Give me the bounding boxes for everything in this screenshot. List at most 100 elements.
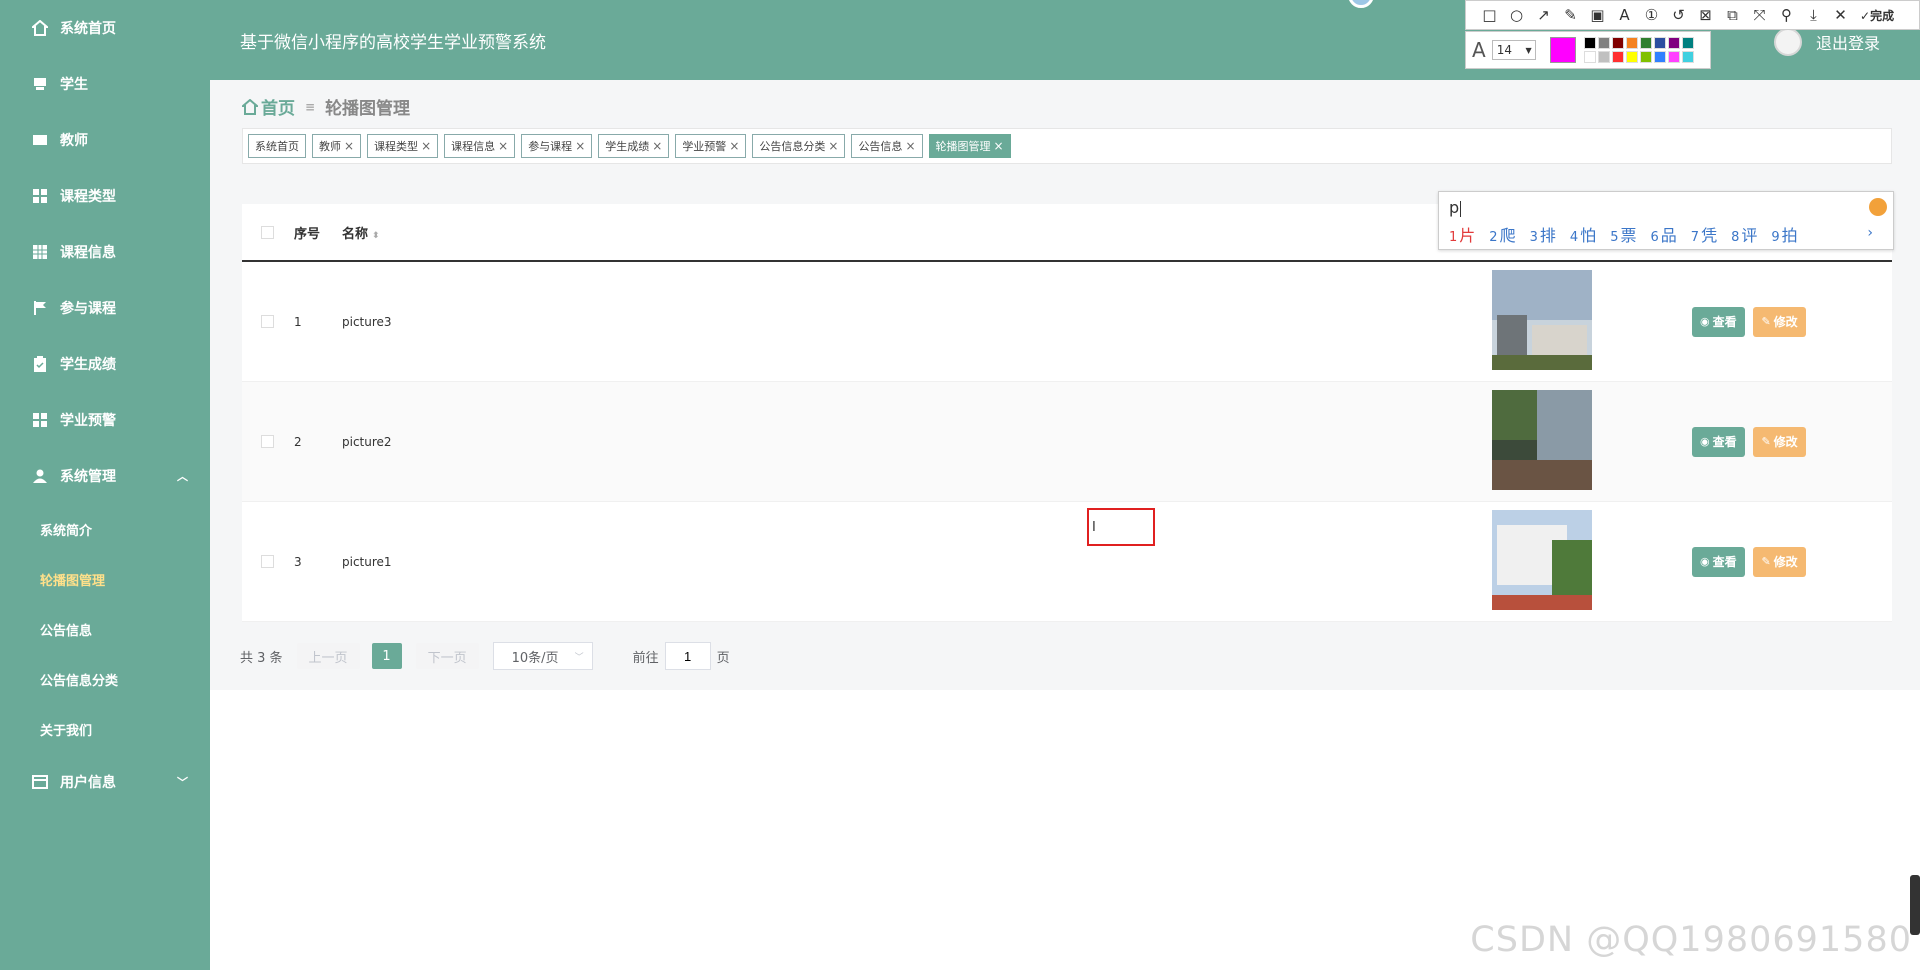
next-page-button[interactable]: 下一页 bbox=[415, 643, 479, 669]
color-swatch[interactable] bbox=[1583, 37, 1596, 49]
color-swatch[interactable] bbox=[1681, 37, 1694, 49]
current-color-swatch[interactable] bbox=[1549, 37, 1576, 63]
tab-course-type[interactable]: 课程类型 × bbox=[367, 134, 439, 158]
close-icon[interactable]: ✕ bbox=[1827, 6, 1854, 24]
done-button[interactable]: ✓完成 bbox=[1860, 7, 1894, 24]
tab-join-course[interactable]: 参与课程 × bbox=[521, 134, 593, 158]
edit-button[interactable]: ✎ 修改 bbox=[1753, 306, 1806, 337]
download-icon[interactable]: ⤓ bbox=[1800, 6, 1827, 24]
close-icon[interactable]: × bbox=[994, 139, 1004, 153]
page-size-select[interactable]: 10条/页 ﹀ bbox=[492, 642, 593, 670]
arrow-icon[interactable]: ↗ bbox=[1530, 6, 1557, 24]
undo-icon[interactable]: ↺ bbox=[1665, 6, 1692, 24]
color-swatch[interactable] bbox=[1681, 51, 1694, 63]
ellipse-icon[interactable]: ○ bbox=[1503, 6, 1530, 24]
close-icon[interactable]: × bbox=[828, 139, 838, 153]
mosaic-icon[interactable]: ▣ bbox=[1584, 6, 1611, 24]
breadcrumb-home[interactable]: 首页 bbox=[242, 94, 295, 119]
sidebar-sub-about[interactable]: 关于我们 bbox=[0, 704, 210, 754]
close-icon[interactable]: × bbox=[344, 139, 354, 153]
tab-carousel[interactable]: 轮播图管理 × bbox=[928, 134, 1011, 158]
ime-candidate[interactable]: 6品 bbox=[1650, 222, 1676, 246]
color-swatch[interactable] bbox=[1611, 51, 1624, 63]
scroll-capture-icon[interactable]: ⤧ bbox=[1746, 6, 1773, 24]
sidebar-item-course-type[interactable]: 课程类型 bbox=[0, 168, 210, 224]
close-icon[interactable]: × bbox=[652, 139, 662, 153]
ime-candidate[interactable]: 9拍 bbox=[1771, 222, 1797, 246]
ime-candidate[interactable]: 3排 bbox=[1530, 222, 1556, 246]
sidebar-item-system[interactable]: 系统管理 ︿ bbox=[0, 448, 210, 504]
carousel-image[interactable] bbox=[1492, 510, 1592, 610]
header-name[interactable]: 名称 ⬍ bbox=[342, 223, 1492, 242]
close-icon[interactable]: × bbox=[729, 139, 739, 153]
color-swatch[interactable] bbox=[1639, 51, 1652, 63]
color-swatch[interactable] bbox=[1597, 37, 1610, 49]
sidebar-item-course-info[interactable]: 课程信息 bbox=[0, 224, 210, 280]
color-swatch[interactable] bbox=[1667, 37, 1680, 49]
carousel-image[interactable] bbox=[1492, 270, 1592, 370]
tab-notice-category[interactable]: 公告信息分类 × bbox=[752, 134, 846, 158]
pin-icon[interactable]: ⚲ bbox=[1773, 6, 1800, 24]
sidebar-item-warning[interactable]: 学业预警 bbox=[0, 392, 210, 448]
view-button[interactable]: ◉ 查看 bbox=[1692, 426, 1745, 457]
ime-candidate[interactable]: 7凭 bbox=[1691, 222, 1717, 246]
close-icon[interactable]: × bbox=[575, 139, 585, 153]
logout-button[interactable]: 退出登录 bbox=[1773, 28, 1880, 56]
sidebar-sub-notice[interactable]: 公告信息 bbox=[0, 604, 210, 654]
tab-notice[interactable]: 公告信息 × bbox=[851, 134, 923, 158]
ime-candidate[interactable]: 5票 bbox=[1610, 222, 1636, 246]
select-all-checkbox[interactable] bbox=[260, 225, 274, 239]
color-swatch[interactable] bbox=[1625, 51, 1638, 63]
close-icon[interactable]: × bbox=[905, 139, 915, 153]
translate-icon[interactable]: ⧉ bbox=[1719, 6, 1746, 24]
close-icon[interactable]: × bbox=[498, 139, 508, 153]
sidebar-item-join-course[interactable]: 参与课程 bbox=[0, 280, 210, 336]
row-checkbox[interactable] bbox=[260, 555, 274, 568]
tab-teacher[interactable]: 教师 × bbox=[312, 134, 362, 158]
sidebar-item-teacher[interactable]: 教师 bbox=[0, 112, 210, 168]
font-size-select[interactable]: 14 ▼ bbox=[1491, 40, 1536, 60]
edit-button[interactable]: ✎ 修改 bbox=[1753, 426, 1806, 457]
ime-candidate[interactable]: 2爬 bbox=[1489, 222, 1515, 246]
rectangle-icon[interactable]: □ bbox=[1476, 6, 1503, 24]
color-swatch[interactable] bbox=[1597, 51, 1610, 63]
tab-scores[interactable]: 学生成绩 × bbox=[598, 134, 670, 158]
sidebar-item-student[interactable]: 学生 bbox=[0, 56, 210, 112]
sidebar-sub-notice-category[interactable]: 公告信息分类 bbox=[0, 654, 210, 704]
color-swatch[interactable] bbox=[1653, 51, 1666, 63]
sidebar-sub-carousel[interactable]: 轮播图管理 bbox=[0, 554, 210, 604]
number-icon[interactable]: ① bbox=[1638, 6, 1665, 24]
tab-course-info[interactable]: 课程信息 × bbox=[444, 134, 516, 158]
close-icon[interactable]: × bbox=[421, 139, 431, 153]
goto-page-input[interactable] bbox=[664, 642, 711, 670]
color-swatch[interactable] bbox=[1625, 37, 1638, 49]
view-button[interactable]: ◉ 查看 bbox=[1692, 546, 1745, 577]
color-swatch[interactable] bbox=[1653, 37, 1666, 49]
color-swatch[interactable] bbox=[1583, 51, 1596, 63]
ime-next-page-icon[interactable]: › bbox=[1867, 225, 1873, 241]
prev-page-button[interactable]: 上一页 bbox=[296, 643, 360, 669]
scrollbar-thumb[interactable] bbox=[1910, 875, 1920, 935]
sidebar-item-user-info[interactable]: 用户信息 ﹀ bbox=[0, 754, 210, 810]
page-number-button[interactable]: 1 bbox=[371, 643, 402, 669]
color-swatch[interactable] bbox=[1639, 37, 1652, 49]
color-swatch[interactable] bbox=[1611, 37, 1624, 49]
carousel-image[interactable] bbox=[1492, 390, 1592, 490]
tab-warning[interactable]: 学业预警 × bbox=[675, 134, 747, 158]
pen-icon[interactable]: ✎ bbox=[1557, 6, 1584, 24]
sidebar-item-scores[interactable]: 学生成绩 bbox=[0, 336, 210, 392]
row-checkbox[interactable] bbox=[260, 435, 274, 448]
sort-icon[interactable]: ⬍ bbox=[372, 231, 380, 241]
row-checkbox[interactable] bbox=[260, 315, 274, 328]
ime-candidate[interactable]: 1片 bbox=[1449, 222, 1475, 246]
ocr-icon[interactable]: ⊠ bbox=[1692, 6, 1719, 24]
color-swatch[interactable] bbox=[1667, 51, 1680, 63]
sidebar-item-home[interactable]: 系统首页 bbox=[0, 0, 210, 56]
ime-candidate[interactable]: 8评 bbox=[1731, 222, 1757, 246]
view-button[interactable]: ◉ 查看 bbox=[1692, 306, 1745, 337]
ime-candidate[interactable]: 4怕 bbox=[1570, 222, 1596, 246]
edit-button[interactable]: ✎ 修改 bbox=[1753, 546, 1806, 577]
tab-home[interactable]: 系统首页 bbox=[248, 134, 306, 158]
text-icon[interactable]: A bbox=[1611, 6, 1638, 24]
text-annotation-box[interactable] bbox=[1087, 508, 1155, 546]
